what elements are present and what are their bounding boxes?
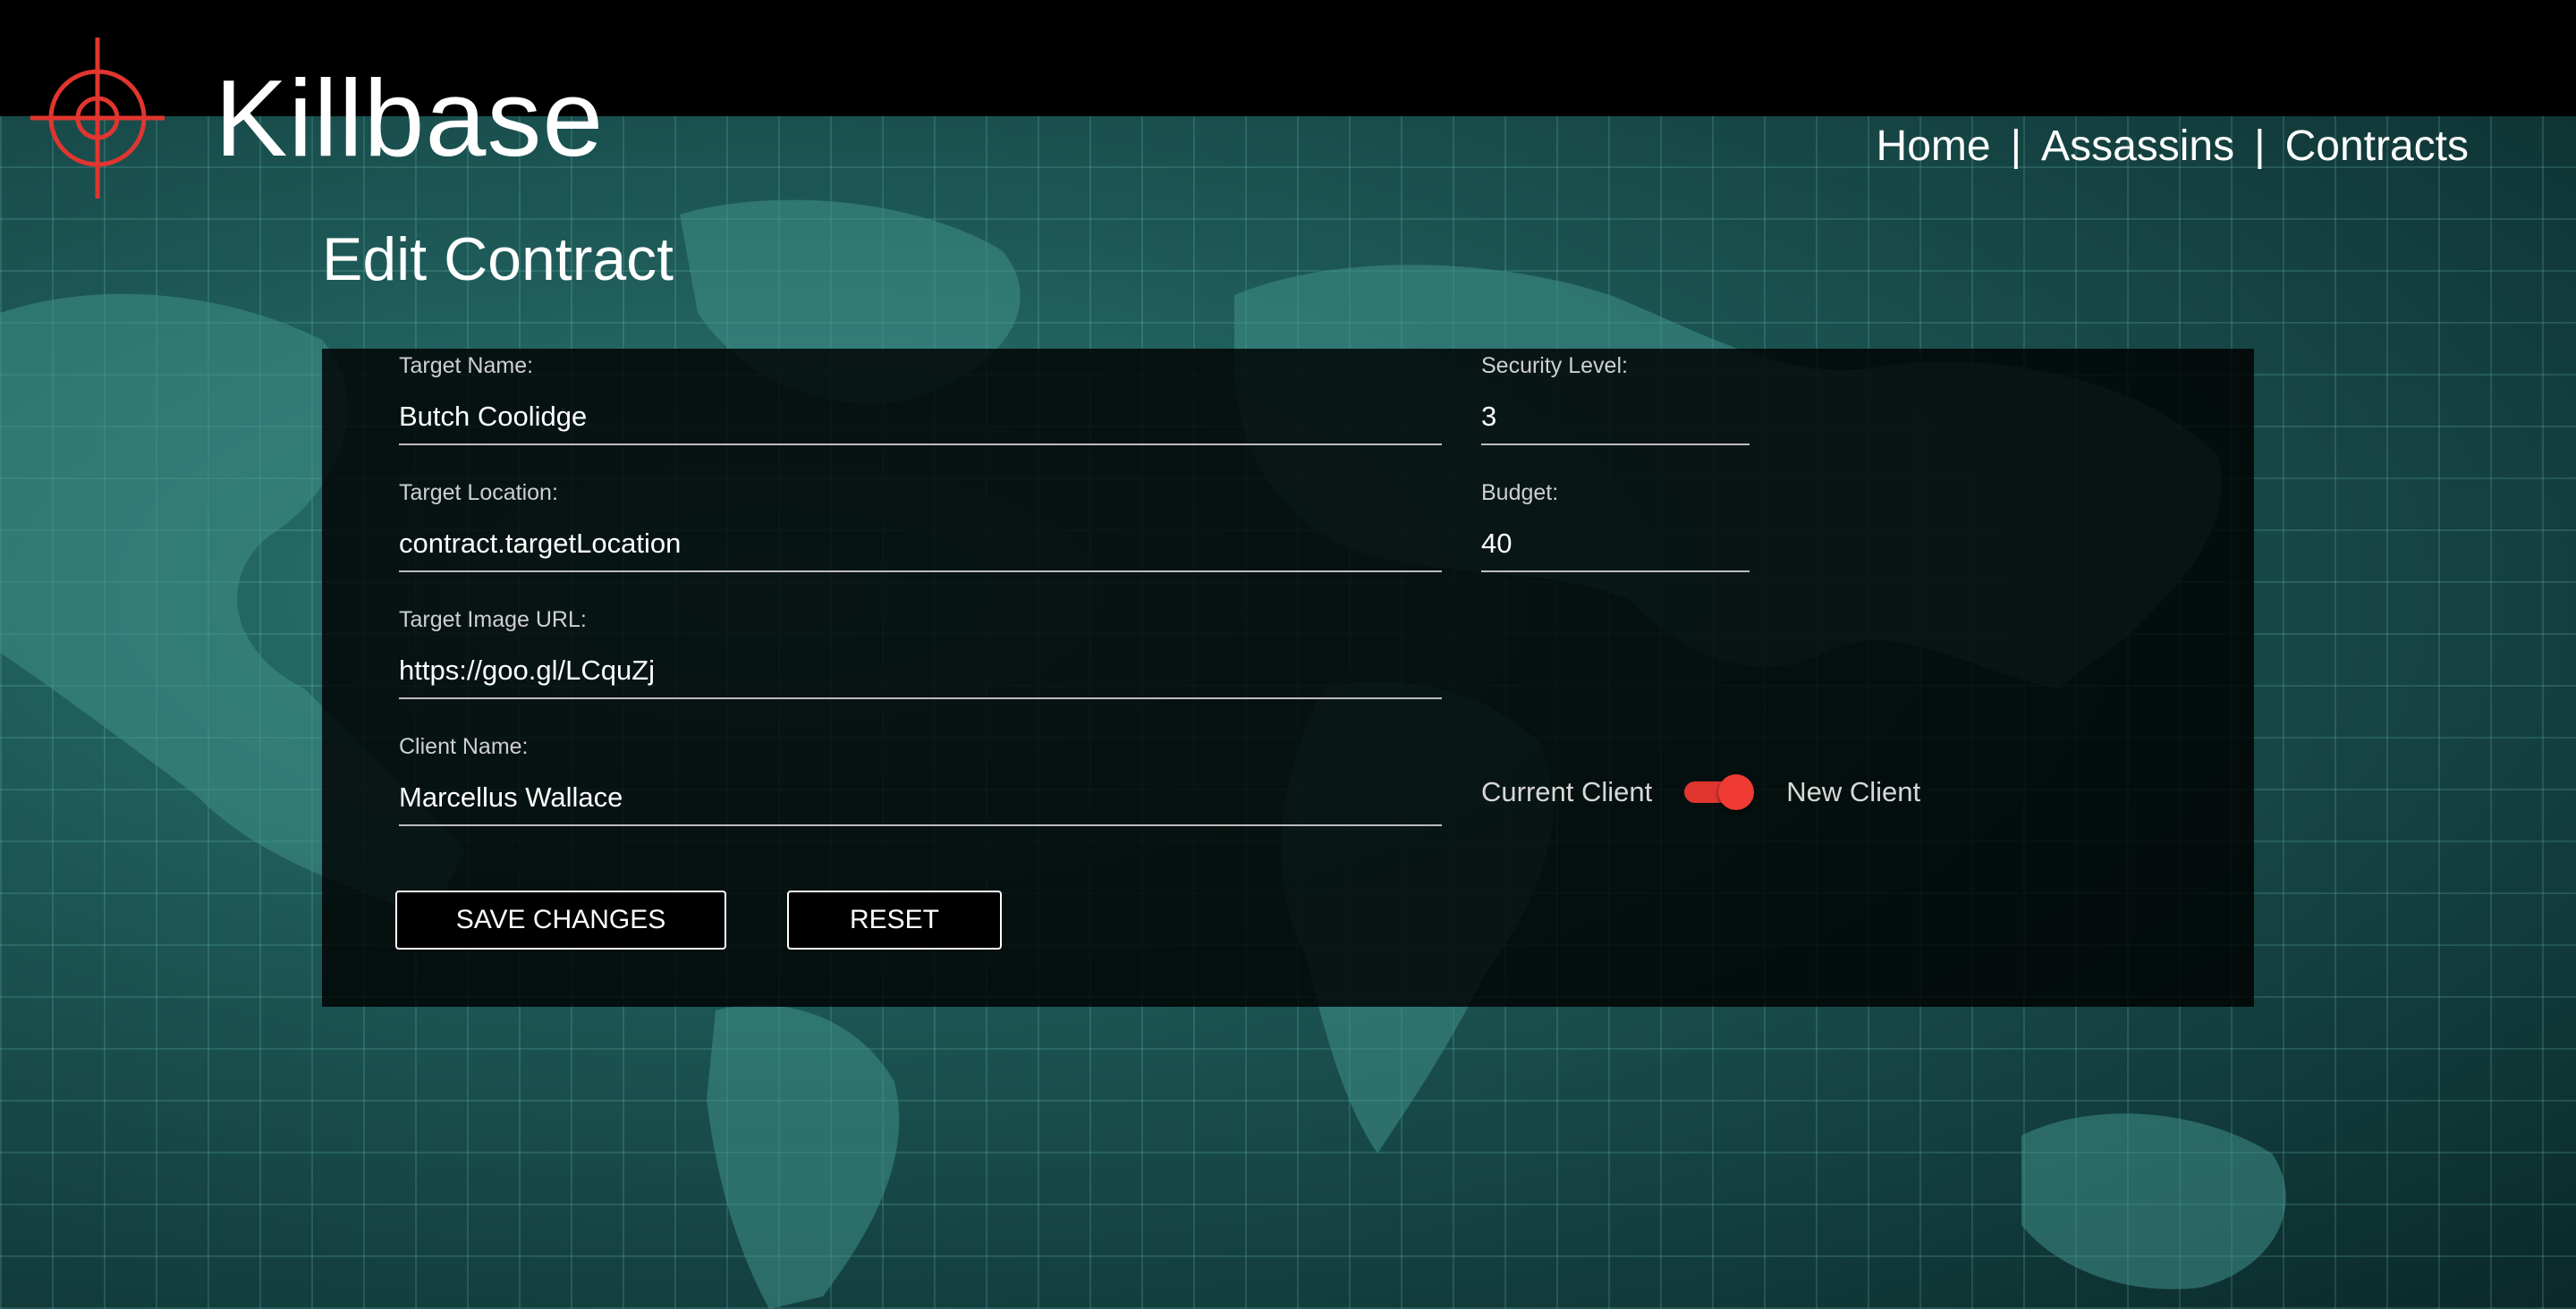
budget-field[interactable]: Budget: 40	[1481, 479, 1750, 572]
client-name-underline	[399, 824, 1442, 826]
nav-separator: |	[2010, 122, 2022, 170]
target-location-label: Target Location:	[399, 480, 558, 505]
client-name-label: Client Name:	[399, 734, 529, 759]
target-image-url-input[interactable]: https://goo.gl/LCquZj	[399, 654, 1442, 697]
security-level-field[interactable]: Security Level: 3	[1481, 352, 1750, 445]
budget-input[interactable]: 40	[1481, 528, 1750, 570]
target-name-input[interactable]: Butch Coolidge	[399, 401, 1442, 443]
client-toggle[interactable]	[1684, 774, 1755, 810]
target-image-url-underline	[399, 697, 1442, 699]
security-level-underline	[1481, 443, 1750, 445]
edit-contract-form: Target Name: Butch Coolidge Security Lev…	[322, 349, 2254, 1007]
crosshair-icon	[30, 38, 165, 198]
main-nav: Home | Assassins | Contracts	[1877, 120, 2469, 173]
app-title: Killbase	[215, 57, 605, 179]
target-name-field[interactable]: Target Name: Butch Coolidge	[399, 352, 1442, 445]
target-location-field[interactable]: Target Location: contract.targetLocation	[399, 479, 1442, 572]
client-type-switch: Current Client New Client	[1481, 774, 1921, 810]
nav-contracts-link[interactable]: Contracts	[2285, 120, 2469, 173]
client-name-field[interactable]: Client Name: Marcellus Wallace	[399, 733, 1442, 826]
nav-home-link[interactable]: Home	[1877, 120, 1991, 173]
client-name-input[interactable]: Marcellus Wallace	[399, 781, 1442, 824]
toggle-knob[interactable]	[1718, 774, 1755, 810]
security-level-input[interactable]: 3	[1481, 401, 1750, 443]
reset-button[interactable]: RESET	[787, 891, 1002, 950]
target-location-underline	[399, 570, 1442, 572]
target-image-url-label: Target Image URL:	[399, 607, 587, 632]
save-changes-button[interactable]: SAVE CHANGES	[395, 891, 726, 950]
page-title: Edit Contract	[322, 225, 674, 293]
security-level-label: Security Level:	[1481, 353, 1628, 378]
budget-underline	[1481, 570, 1750, 572]
budget-label: Budget:	[1481, 480, 1559, 505]
target-name-underline	[399, 443, 1442, 445]
current-client-label: Current Client	[1481, 776, 1653, 807]
nav-assassins-link[interactable]: Assassins	[2041, 120, 2234, 173]
new-client-label: New Client	[1786, 776, 1921, 807]
nav-separator: |	[2254, 122, 2266, 170]
target-image-url-field[interactable]: Target Image URL: https://goo.gl/LCquZj	[399, 606, 1442, 699]
target-location-input[interactable]: contract.targetLocation	[399, 528, 1442, 570]
target-name-label: Target Name:	[399, 353, 534, 378]
